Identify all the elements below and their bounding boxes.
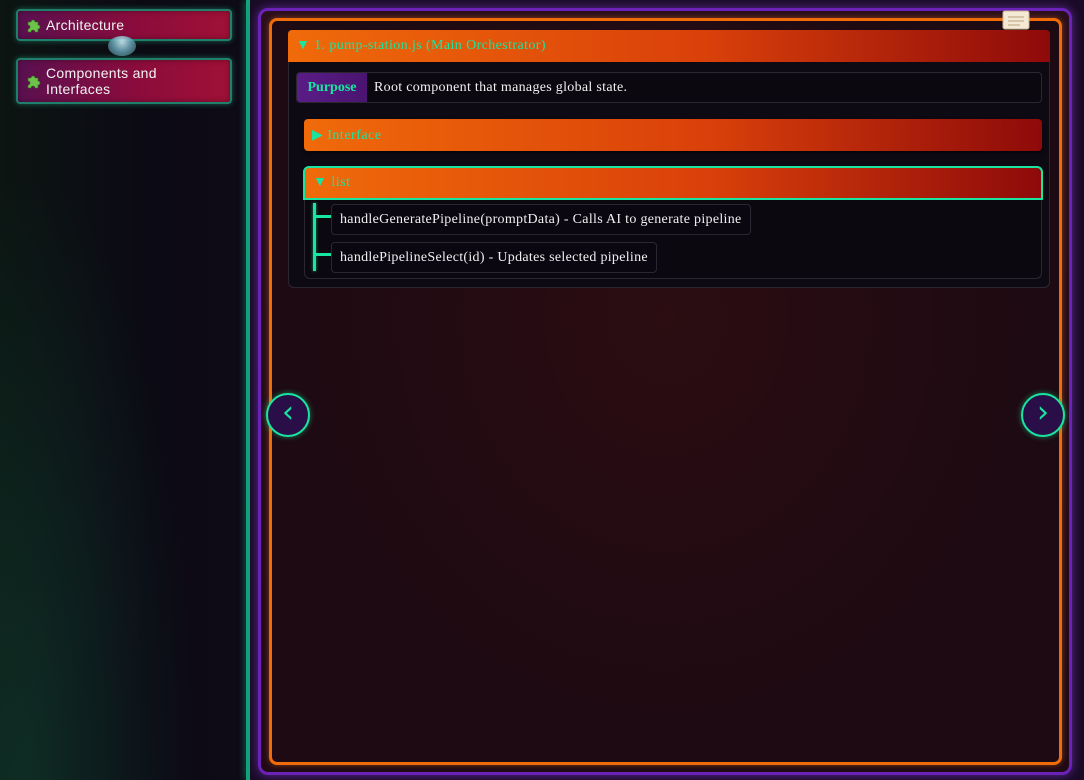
list-item: handlePipelineSelect(id) - Updates selec…: [331, 242, 657, 273]
tree-branch: [313, 253, 331, 256]
purpose-text: Root component that manages global state…: [374, 79, 628, 95]
sidebar-item-components-and-interfaces[interactable]: Components and Interfaces: [16, 58, 232, 104]
tree-branch: [313, 215, 331, 218]
list-header[interactable]: ▼ list: [303, 166, 1043, 200]
orb-decoration: [108, 36, 136, 56]
section-header-pump-station[interactable]: ▼ 1. pump-station.js (Main Orchestrator): [288, 30, 1050, 62]
prev-slide-button[interactable]: ‹: [266, 393, 310, 437]
purpose-label: Purpose: [297, 73, 367, 102]
tree-line: [313, 203, 316, 271]
sidebar-item-label: Components and Interfaces: [46, 65, 157, 97]
sidebar-item-label: Architecture: [46, 17, 125, 33]
sidebar: [0, 0, 246, 780]
purpose-row: Purpose Root component that manages glob…: [296, 72, 1042, 103]
next-slide-button[interactable]: ›: [1021, 393, 1065, 437]
puzzle-icon: [27, 19, 41, 33]
puzzle-icon: [27, 75, 41, 89]
list-item: handleGeneratePipeline(promptData) - Cal…: [331, 204, 751, 235]
interface-header[interactable]: ▶ Interface: [304, 119, 1042, 151]
note-icon: [1002, 10, 1030, 30]
